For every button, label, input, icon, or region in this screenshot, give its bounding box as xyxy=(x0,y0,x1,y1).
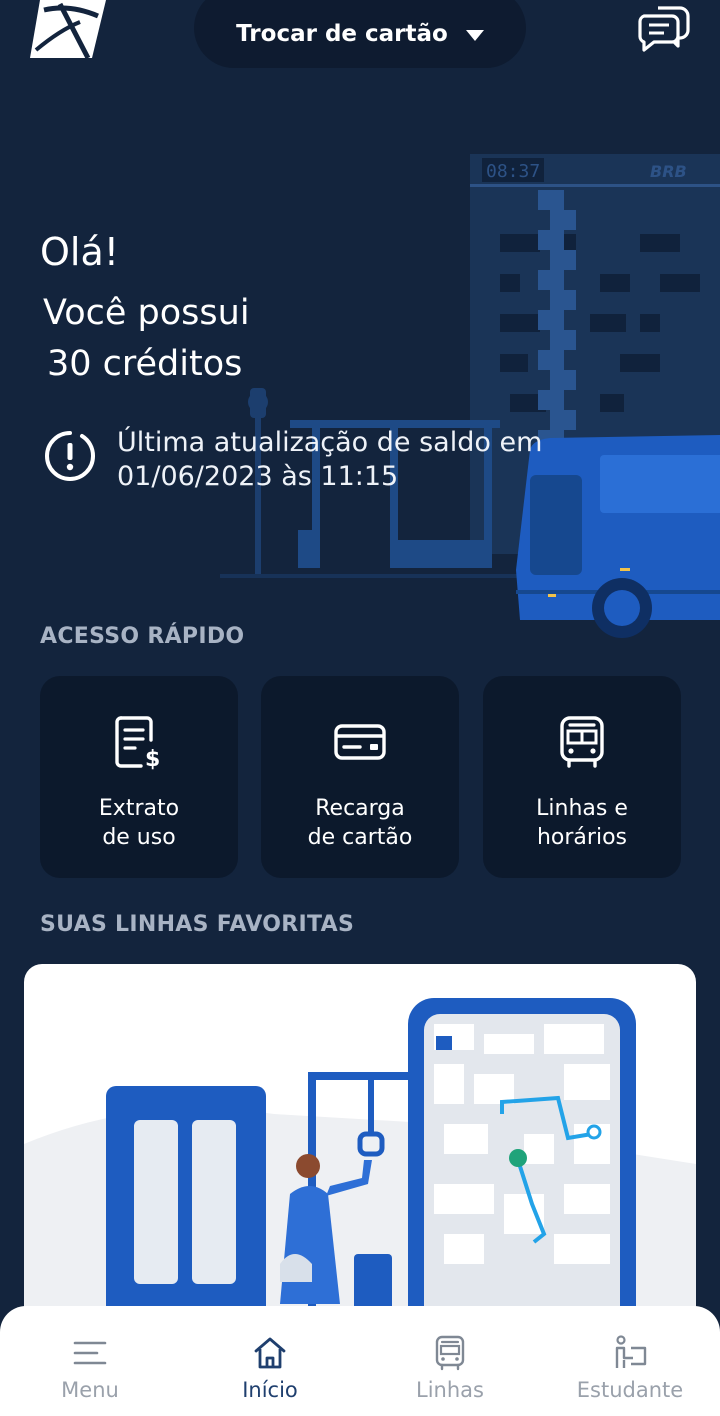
svg-text:$: $ xyxy=(145,747,160,770)
label-line: de cartão xyxy=(307,825,413,850)
credits-intro: Você possui xyxy=(43,293,250,333)
balance-update-info: Última atualização de saldo em 01/06/202… xyxy=(117,426,577,494)
nav-menu-label: Menu xyxy=(61,1378,119,1402)
nav-linhas-label: Linhas xyxy=(416,1378,484,1402)
quick-access-linhas[interactable]: Linhas e horários xyxy=(483,676,681,878)
building-brand: BRB xyxy=(650,162,687,181)
receipt-dollar-icon: $ xyxy=(115,716,160,770)
card-switch-label: Trocar de cartão xyxy=(236,21,448,47)
caret-down-icon xyxy=(465,29,484,41)
building-clock: 08:37 xyxy=(486,161,540,182)
label-line: Linhas e xyxy=(536,796,628,821)
nav-estudante[interactable]: Estudante xyxy=(540,1306,720,1416)
bottom-navigation: Menu Início Linhas Estudante xyxy=(0,1306,720,1416)
quick-access-extrato-label: Extrato de uso xyxy=(99,794,179,852)
nav-menu[interactable]: Menu xyxy=(0,1306,180,1416)
nav-inicio-label: Início xyxy=(242,1378,298,1402)
label-line: Recarga xyxy=(315,796,405,821)
quick-access-recarga[interactable]: Recarga de cartão xyxy=(261,676,459,878)
chat-icon[interactable] xyxy=(638,4,690,52)
bus-icon xyxy=(435,1335,465,1371)
greeting-title: Olá! xyxy=(40,230,119,274)
bus-icon xyxy=(560,716,604,768)
home-icon xyxy=(254,1337,286,1369)
card-icon xyxy=(334,724,386,760)
nav-inicio[interactable]: Início xyxy=(180,1306,360,1416)
label-line: Extrato xyxy=(98,796,180,821)
nav-estudante-label: Estudante xyxy=(576,1378,684,1402)
label-line: horários xyxy=(536,825,627,850)
favorites-title: SUAS LINHAS FAVORITAS xyxy=(40,912,355,937)
quick-access-recarga-label: Recarga de cartão xyxy=(308,794,413,852)
update-label: Última atualização de saldo em xyxy=(117,427,543,458)
student-icon xyxy=(615,1335,647,1368)
card-switch-button[interactable]: Trocar de cartão xyxy=(194,0,526,68)
quick-access-linhas-label: Linhas e horários xyxy=(536,794,628,852)
quick-access-extrato[interactable]: $ Extrato de uso xyxy=(40,676,238,878)
nav-linhas[interactable]: Linhas xyxy=(360,1306,540,1416)
app-logo xyxy=(30,0,106,60)
menu-icon xyxy=(73,1341,107,1365)
credits-balance: 30 créditos xyxy=(47,344,243,384)
hero-illustration: 08:37 BRB xyxy=(220,150,720,640)
quick-access-title: ACESSO RÁPIDO xyxy=(40,624,245,649)
alert-circle-icon xyxy=(44,430,96,482)
label-line: de uso xyxy=(102,825,176,850)
update-timestamp: 01/06/2023 às 11:15 xyxy=(117,461,399,492)
